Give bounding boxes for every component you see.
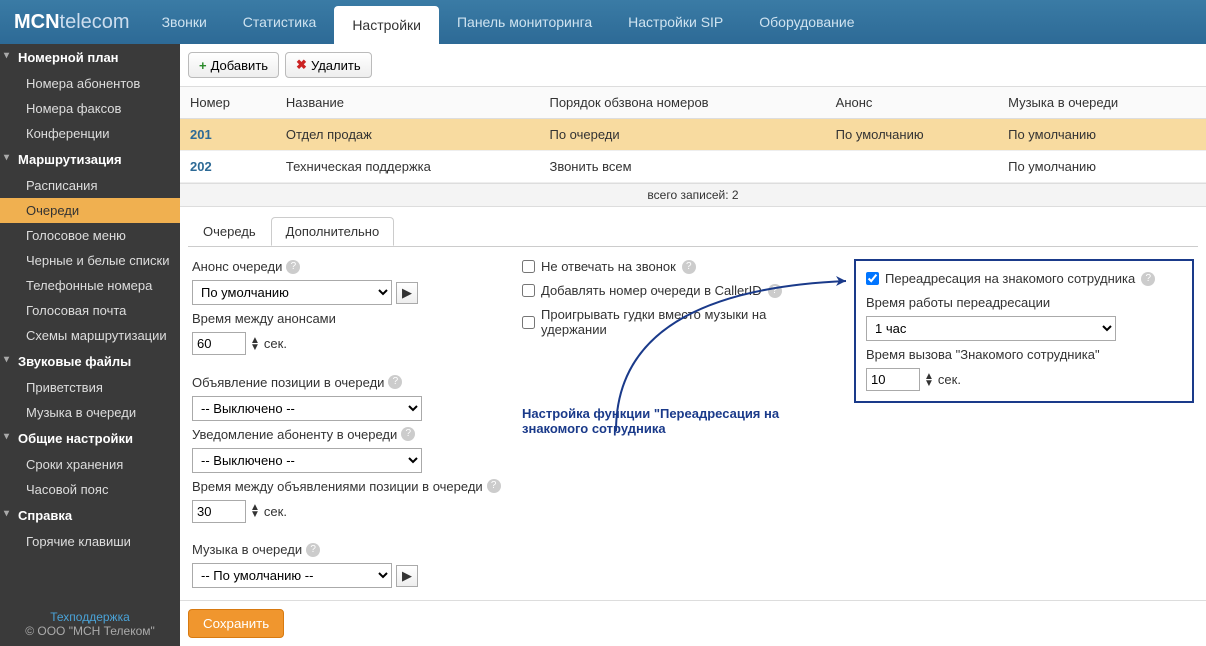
queues-table: НомерНазваниеПорядок обзвона номеровАнон…: [180, 87, 1206, 183]
nav-tab-0[interactable]: Звонки: [144, 0, 225, 44]
detail-tab[interactable]: Дополнительно: [271, 217, 395, 246]
sidebar-item[interactable]: Номера абонентов: [0, 71, 180, 96]
sidebar-group[interactable]: Маршрутизация: [0, 146, 180, 173]
top-nav: MCNtelecom ЗвонкиСтатистикаНастройкиПане…: [0, 0, 1206, 44]
announce-label: Анонс очереди: [192, 259, 282, 274]
sidebar-group[interactable]: Номерной план: [0, 44, 180, 71]
sidebar-footer: Техподдержка © ООО "МСН Телеком": [0, 602, 180, 646]
save-button[interactable]: Сохранить: [188, 609, 284, 638]
help-icon[interactable]: ?: [401, 427, 415, 441]
play-icon[interactable]: ▶: [396, 282, 418, 304]
sidebar-item[interactable]: Очереди: [0, 198, 180, 223]
spinner-icon[interactable]: ▲▼: [250, 504, 260, 518]
table-row[interactable]: 202Техническая поддержкаЗвонить всемПо у…: [180, 151, 1206, 183]
records-count: всего записей: 2: [180, 183, 1206, 207]
plus-icon: +: [199, 58, 207, 73]
sidebar-item[interactable]: Конференции: [0, 121, 180, 146]
redir-time-label: Время работы переадресации: [866, 295, 1182, 310]
music-select[interactable]: -- По умолчанию --: [192, 563, 392, 588]
sidebar-item[interactable]: Часовой пояс: [0, 477, 180, 502]
help-icon[interactable]: ?: [768, 284, 782, 298]
pos-interval-input[interactable]: [192, 500, 246, 523]
nav-tab-1[interactable]: Статистика: [225, 0, 335, 44]
logo-thin: telecom: [60, 11, 130, 33]
redir-call-input[interactable]: [866, 368, 920, 391]
col-header[interactable]: Порядок обзвона номеров: [539, 87, 825, 119]
redirect-box: Переадресация на знакомого сотрудника? В…: [854, 259, 1194, 403]
sec-label: сек.: [264, 504, 287, 519]
sidebar-item[interactable]: Горячие клавиши: [0, 529, 180, 554]
table-row[interactable]: 201Отдел продажПо очередиПо умолчаниюПо …: [180, 119, 1206, 151]
redirect-label: Переадресация на знакомого сотрудника: [885, 271, 1135, 286]
interval-input[interactable]: [192, 332, 246, 355]
col-header[interactable]: Название: [276, 87, 540, 119]
announce-select[interactable]: По умолчанию: [192, 280, 392, 305]
annotation-text: Настройка функции "Переадресация на знак…: [522, 406, 834, 436]
detail-tabs: ОчередьДополнительно: [188, 217, 1198, 247]
nav-tab-3[interactable]: Панель мониторинга: [439, 0, 610, 44]
help-icon[interactable]: ?: [388, 375, 402, 389]
sidebar-item[interactable]: Схемы маршрутизации: [0, 323, 180, 348]
redir-call-label: Время вызова "Знакомого сотрудника": [866, 347, 1182, 362]
callerid-label: Добавлять номер очереди в CallerID: [541, 283, 762, 298]
position-label: Объявление позиции в очереди: [192, 375, 384, 390]
beep-label: Проигрывать гудки вместо музыки на удерж…: [541, 307, 834, 337]
toolbar: +Добавить ✖Удалить: [180, 44, 1206, 87]
help-icon[interactable]: ?: [1141, 272, 1155, 286]
redir-time-select[interactable]: 1 час: [866, 316, 1116, 341]
callerid-checkbox[interactable]: [522, 284, 535, 297]
logo: MCNtelecom: [0, 11, 144, 34]
sidebar-item[interactable]: Черные и белые списки: [0, 248, 180, 273]
notify-label: Уведомление абоненту в очереди: [192, 427, 397, 442]
sidebar-group[interactable]: Общие настройки: [0, 425, 180, 452]
sidebar-item[interactable]: Голосовая почта: [0, 298, 180, 323]
copyright: © ООО "МСН Телеком": [8, 624, 172, 638]
notify-select[interactable]: -- Выключено --: [192, 448, 422, 473]
col-header[interactable]: Номер: [180, 87, 276, 119]
sidebar-item[interactable]: Голосовое меню: [0, 223, 180, 248]
col-header[interactable]: Музыка в очереди: [998, 87, 1206, 119]
sidebar-group[interactable]: Звуковые файлы: [0, 348, 180, 375]
nav-tab-4[interactable]: Настройки SIP: [610, 0, 741, 44]
delete-button[interactable]: ✖Удалить: [285, 52, 372, 78]
music-label: Музыка в очереди: [192, 542, 302, 557]
logo-bold: MCN: [14, 11, 60, 33]
x-icon: ✖: [296, 57, 307, 73]
redirect-checkbox[interactable]: [866, 272, 879, 285]
beep-checkbox[interactable]: [522, 316, 535, 329]
help-icon[interactable]: ?: [487, 479, 501, 493]
help-icon[interactable]: ?: [286, 260, 300, 274]
col-header[interactable]: Анонс: [826, 87, 998, 119]
interval-label: Время между анонсами: [192, 311, 502, 326]
sidebar-item[interactable]: Номера факсов: [0, 96, 180, 121]
sec-label: сек.: [264, 336, 287, 351]
sidebar-item[interactable]: Расписания: [0, 173, 180, 198]
detail-tab[interactable]: Очередь: [188, 217, 271, 246]
sidebar-item[interactable]: Музыка в очереди: [0, 400, 180, 425]
play-icon[interactable]: ▶: [396, 565, 418, 587]
sidebar: Номерной планНомера абонентовНомера факс…: [0, 44, 180, 646]
sidebar-item[interactable]: Приветствия: [0, 375, 180, 400]
position-select[interactable]: -- Выключено --: [192, 396, 422, 421]
sidebar-item[interactable]: Сроки хранения: [0, 452, 180, 477]
support-link[interactable]: Техподдержка: [8, 610, 172, 624]
nav-tab-2[interactable]: Настройки: [334, 6, 439, 44]
no-answer-checkbox[interactable]: [522, 260, 535, 273]
nav-tab-5[interactable]: Оборудование: [741, 0, 872, 44]
help-icon[interactable]: ?: [306, 543, 320, 557]
sidebar-group[interactable]: Справка: [0, 502, 180, 529]
help-icon[interactable]: ?: [682, 260, 696, 274]
pos-interval-label: Время между объявлениями позиции в очере…: [192, 479, 483, 494]
spinner-icon[interactable]: ▲▼: [250, 337, 260, 351]
no-answer-label: Не отвечать на звонок: [541, 259, 676, 274]
sec-label: сек.: [938, 372, 961, 387]
spinner-icon[interactable]: ▲▼: [924, 373, 934, 387]
add-button[interactable]: +Добавить: [188, 52, 279, 78]
sidebar-item[interactable]: Телефонные номера: [0, 273, 180, 298]
